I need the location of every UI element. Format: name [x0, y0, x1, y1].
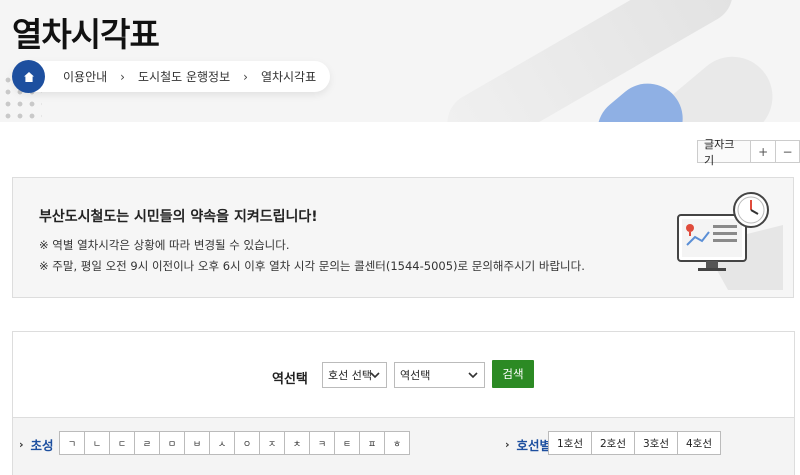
- initial-filter-button[interactable]: ㄷ: [109, 431, 135, 455]
- notice-box: 부산도시철도는 시민들의 약속을 지켜드립니다! ※ 역별 열차시각은 상황에 …: [12, 177, 794, 298]
- initials-buttons: ㄱㄴㄷㄹㅁㅂㅅㅇㅈㅊㅋㅌㅍㅎ: [59, 431, 410, 455]
- initials-group-label: › 초성: [19, 435, 54, 454]
- initial-filter-button[interactable]: ㅈ: [259, 431, 285, 455]
- font-size-increase-button[interactable]: +: [751, 141, 776, 162]
- initial-filter-button[interactable]: ㅎ: [384, 431, 410, 455]
- initial-filter-button[interactable]: ㅊ: [284, 431, 310, 455]
- initial-filter-button[interactable]: ㄱ: [59, 431, 85, 455]
- chevron-right-icon: ›: [19, 438, 24, 451]
- line-buttons: 1호선 2호선 3호선 4호선: [548, 431, 721, 455]
- station-select-value: 역선택: [400, 369, 431, 382]
- initial-filter-button[interactable]: ㄴ: [84, 431, 110, 455]
- font-size-decrease-button[interactable]: −: [775, 141, 799, 162]
- initial-filter-button[interactable]: ㅇ: [234, 431, 260, 455]
- chevron-right-icon: ›: [120, 69, 125, 84]
- filter-row: › 초성 ㄱㄴㄷㄹㅁㅂㅅㅇㅈㅊㅋㅌㅍㅎ › 호선별 1호선 2호선 3호선 4호선: [12, 417, 795, 475]
- chevron-right-icon: ›: [243, 69, 248, 84]
- initial-filter-button[interactable]: ㅁ: [159, 431, 185, 455]
- chevron-down-icon: [468, 372, 478, 379]
- initial-filter-button[interactable]: ㅅ: [209, 431, 235, 455]
- initial-filter-button[interactable]: ㅋ: [309, 431, 335, 455]
- initial-filter-button[interactable]: ㄹ: [134, 431, 160, 455]
- line-filter-button[interactable]: 1호선: [548, 431, 592, 455]
- line-filter-button[interactable]: 2호선: [591, 431, 635, 455]
- home-icon[interactable]: [12, 60, 45, 93]
- line-select-value: 호선 선택: [328, 369, 372, 382]
- breadcrumb: 이용안내 › 도시철도 운행정보 › 열차시각표: [12, 60, 330, 93]
- page-title: 열차시각표: [12, 15, 160, 54]
- initials-label: 초성: [30, 438, 54, 453]
- line-filter-button[interactable]: 3호선: [634, 431, 678, 455]
- font-size-label: 글자크기: [698, 138, 752, 167]
- notice-text: ※ 주말, 평일 오전 9시 이전이나 오후 6시 이후 열차 시각 문의는 콜…: [39, 259, 585, 273]
- line-select[interactable]: 호선 선택: [322, 362, 387, 388]
- chevron-right-icon: ›: [505, 438, 510, 451]
- font-size-control: 글자크기 + −: [697, 138, 800, 167]
- monitor-clock-illustration: [677, 192, 783, 290]
- page-header: 열차시각표 이용안내 › 도시철도 운행정보 › 열차시각표: [0, 0, 800, 122]
- station-select-label: 역선택: [272, 372, 308, 387]
- notice-title: 부산도시철도는 시민들의 약속을 지켜드립니다!: [39, 209, 318, 225]
- breadcrumb-item-guide[interactable]: 이용안내: [63, 68, 107, 85]
- initial-filter-button[interactable]: ㅍ: [359, 431, 385, 455]
- chevron-down-icon: [370, 372, 380, 379]
- station-select[interactable]: 역선택: [394, 362, 485, 388]
- initial-filter-button[interactable]: ㅌ: [334, 431, 360, 455]
- breadcrumb-item-timetable[interactable]: 열차시각표: [261, 68, 316, 85]
- notice-text: ※ 역별 열차시각은 상황에 따라 변경될 수 있습니다.: [39, 238, 290, 252]
- lines-label: 호선별: [516, 438, 552, 453]
- initial-filter-button[interactable]: ㅂ: [184, 431, 210, 455]
- search-button[interactable]: 검색: [492, 360, 534, 388]
- lines-group-label: › 호선별: [505, 435, 551, 454]
- line-filter-button[interactable]: 4호선: [677, 431, 721, 455]
- breadcrumb-item-operation[interactable]: 도시철도 운행정보: [138, 68, 230, 85]
- station-search-panel: 역선택 호선 선택 역선택 검색: [12, 331, 795, 417]
